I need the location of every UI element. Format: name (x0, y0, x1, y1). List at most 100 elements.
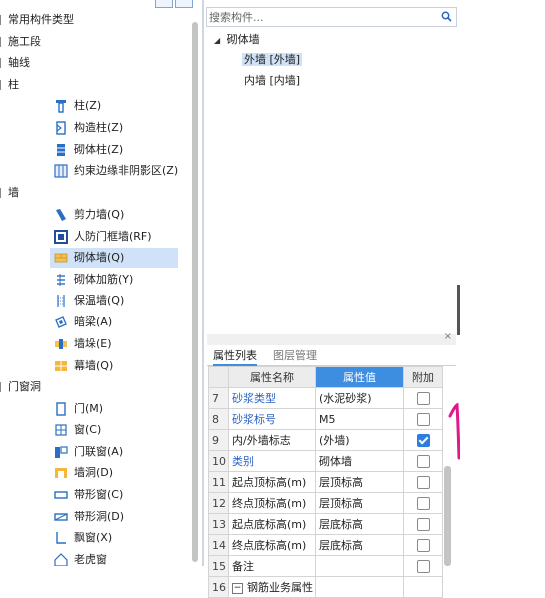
window-icon (55, 424, 67, 436)
tree-item-strip-window[interactable]: 带形窗(C) (50, 485, 178, 505)
row-number: 9 (208, 429, 229, 451)
item-label: 暗梁(A) (74, 315, 113, 328)
property-value[interactable]: M5 (315, 408, 404, 430)
row-number: 15 (208, 555, 229, 577)
extra-checkbox[interactable] (416, 496, 430, 510)
extra-checkbox[interactable] (416, 475, 430, 489)
insulation-wall-icon (57, 295, 65, 307)
item-label: 构造柱(Z) (74, 121, 124, 134)
tree-item-structural-column[interactable]: 构造柱(Z) (50, 118, 178, 138)
tree-item-wall-pier[interactable]: 墙垛(E) (50, 334, 178, 354)
item-label: 墙垛(E) (74, 337, 112, 350)
tree-item-wall-hole[interactable]: 墙洞(D) (50, 463, 178, 483)
property-row[interactable]: 7 砂浆类型 (水泥砂浆) (208, 387, 443, 409)
property-value[interactable] (315, 576, 404, 598)
component-child-internal[interactable]: 内墙 [内墙] (244, 71, 300, 91)
component-child-external[interactable]: 外墙 [外墙] (242, 50, 303, 70)
tree-item-door[interactable]: 门(M) (50, 399, 178, 419)
tree-item-dormer-window[interactable]: 老虎窗 (50, 550, 178, 566)
property-extra (403, 471, 443, 493)
item-label: 门联窗(A) (74, 445, 124, 458)
component-tree: ◢ 砌体墙 外墙 [外墙] 内墙 [内墙] (206, 28, 455, 328)
extra-checkbox[interactable] (416, 454, 430, 468)
tab-property-list[interactable]: 属性列表 (213, 348, 257, 366)
right-margin (460, 0, 545, 566)
property-value[interactable]: 层底标高 (315, 534, 404, 556)
property-name-text: 钢筋业务属性 (247, 581, 313, 594)
extra-checkbox[interactable] (416, 391, 430, 405)
tab-layer-manager[interactable]: 图层管理 (273, 348, 317, 364)
tree-item-door-window[interactable]: 门联窗(A) (50, 442, 178, 462)
item-label: 带形窗(C) (74, 488, 124, 501)
property-row[interactable]: 14 终点底标高(m) 层底标高 (208, 534, 443, 556)
extra-checkbox[interactable] (416, 433, 430, 447)
shear-wall-icon (56, 209, 66, 221)
row-number: 10 (208, 450, 229, 472)
component-root[interactable]: ◢ 砌体墙 (214, 30, 260, 50)
item-label: 带形洞(D) (74, 510, 125, 523)
property-name: 砂浆标号 (228, 408, 316, 430)
property-scrollbar[interactable] (444, 466, 451, 566)
tree-item-masonry-column[interactable]: 砌体柱(Z) (50, 140, 178, 160)
tree-item-strip-hole[interactable]: 带形洞(D) (50, 507, 178, 527)
tree-item-masonry-wall[interactable]: 砌体墙(Q) (50, 248, 178, 268)
tree-toolbar-button-1[interactable] (155, 0, 173, 8)
component-root-label: 砌体墙 (226, 33, 260, 46)
tree-scrollbar[interactable] (192, 22, 198, 562)
property-value[interactable]: 层顶标高 (315, 492, 404, 514)
tree-item-column[interactable]: 柱(Z) (50, 96, 178, 116)
property-name: 终点底标高(m) (228, 534, 316, 556)
property-value[interactable]: (外墙) (315, 429, 404, 451)
component-child-label: 内墙 [内墙] (244, 74, 301, 87)
property-name: 备注 (228, 555, 316, 577)
property-row[interactable]: 8 砂浆标号 M5 (208, 408, 443, 430)
property-row[interactable]: 15 备注 (208, 555, 443, 577)
property-value[interactable] (315, 555, 404, 577)
search-icon[interactable] (441, 11, 452, 22)
door-icon (56, 402, 66, 416)
tree-item-shear-wall[interactable]: 剪力墙(Q) (50, 205, 178, 225)
property-value[interactable]: 砌体墙 (315, 450, 404, 472)
header-value[interactable]: 属性值 (315, 366, 404, 388)
property-value[interactable]: 层顶标高 (315, 471, 404, 493)
close-icon[interactable]: × (444, 331, 452, 342)
header-num (208, 366, 229, 388)
property-row[interactable]: 12 终点顶标高(m) 层顶标高 (208, 492, 443, 514)
item-label: 幕墙(Q) (74, 359, 114, 372)
item-label: 剪力墙(Q) (74, 208, 125, 221)
property-row[interactable]: 13 起点底标高(m) 层底标高 (208, 513, 443, 535)
tree-item-hidden-beam[interactable]: 暗梁(A) (50, 312, 178, 332)
category-label: 常用构件类型 (8, 13, 74, 26)
strip-window-icon (54, 491, 68, 499)
extra-checkbox[interactable] (416, 517, 430, 531)
property-value[interactable]: 层底标高 (315, 513, 404, 535)
row-number: 12 (208, 492, 229, 514)
property-value[interactable]: (水泥砂浆) (315, 387, 404, 409)
property-name: 起点底标高(m) (228, 513, 316, 535)
collapse-box-icon[interactable]: − (232, 582, 243, 594)
item-label: 人防门框墙(RF) (74, 230, 152, 243)
tree-item-door-frame-wall[interactable]: 人防门框墙(RF) (50, 227, 190, 247)
tree-item-window[interactable]: 窗(C) (50, 420, 178, 440)
property-extra (403, 576, 443, 598)
property-row[interactable]: 16− 钢筋业务属性 (208, 576, 443, 598)
tree-item-boundary-zone[interactable]: 约束边缘非阴影区(Z) (50, 161, 190, 181)
row-number: 13 (208, 513, 229, 535)
extra-checkbox[interactable] (416, 559, 430, 573)
search-input[interactable] (209, 8, 437, 26)
property-extra (403, 492, 443, 514)
tree-item-insulation-wall[interactable]: 保温墙(Q) (50, 291, 178, 311)
tree-toolbar-button-2[interactable] (175, 0, 193, 8)
collapse-triangle-icon[interactable]: ◢ (214, 36, 220, 45)
tree-item-curtain-wall[interactable]: 幕墙(Q) (50, 356, 178, 376)
property-row[interactable]: 10 类别 砌体墙 (208, 450, 443, 472)
header-name: 属性名称 (228, 366, 316, 388)
property-row[interactable]: 9 内/外墙标志 (外墙) (208, 429, 443, 451)
property-extra (403, 429, 443, 451)
tree-item-reinforcement[interactable]: 砌体加筋(Y) (50, 270, 178, 290)
property-row[interactable]: 11 起点顶标高(m) 层顶标高 (208, 471, 443, 493)
extra-checkbox[interactable] (416, 412, 430, 426)
dormer-window-icon (54, 553, 68, 566)
tree-item-bay-window[interactable]: 飘窗(X) (50, 528, 178, 548)
extra-checkbox[interactable] (416, 538, 430, 552)
